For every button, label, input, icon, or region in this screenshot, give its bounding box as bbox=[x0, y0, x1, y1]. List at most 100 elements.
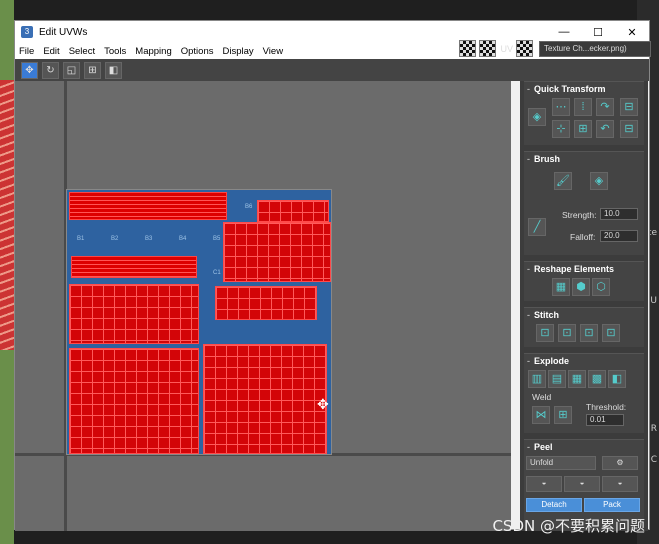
rotate-icon[interactable]: ↻ bbox=[42, 61, 59, 79]
fit-icon[interactable]: ◧ bbox=[608, 370, 626, 388]
relax-icon[interactable]: ⬢ bbox=[572, 278, 590, 296]
strength-label: Strength: bbox=[562, 210, 597, 220]
background-viewport-left bbox=[0, 0, 14, 544]
menu-mapping[interactable]: Mapping bbox=[135, 46, 171, 57]
menu-select[interactable]: Select bbox=[69, 46, 95, 57]
close-button[interactable]: ✕ bbox=[615, 26, 649, 39]
uv-island[interactable] bbox=[69, 348, 199, 454]
checker-grid-icon[interactable] bbox=[479, 40, 497, 57]
paint-brush-icon[interactable]: 🖌 bbox=[554, 172, 572, 190]
minimize-button[interactable]: — bbox=[547, 26, 581, 39]
rotate-ccw-icon[interactable]: ↶ bbox=[596, 120, 614, 138]
rotate-cw-icon[interactable]: ↷ bbox=[596, 98, 614, 116]
mirror-icon[interactable]: ◧ bbox=[105, 61, 122, 79]
tile-label: B1 bbox=[77, 236, 85, 242]
settings-icon[interactable] bbox=[516, 40, 533, 57]
menu-file[interactable]: File bbox=[19, 46, 34, 57]
uv-island[interactable] bbox=[215, 286, 317, 320]
rollout-header[interactable]: Reshape Elements bbox=[524, 262, 644, 276]
menu-tools[interactable]: Tools bbox=[104, 46, 126, 57]
align-vertical-icon[interactable]: ⁞ bbox=[574, 98, 592, 116]
texture-dropdown[interactable]: Texture Ch...ecker.png) bbox=[539, 40, 651, 57]
background-text: R bbox=[650, 424, 657, 434]
checker-explode-icon[interactable]: ▩ bbox=[588, 370, 606, 388]
threshold-label: Threshold: bbox=[586, 402, 627, 412]
weld-label: Weld bbox=[532, 392, 552, 402]
peel-options-icon[interactable]: ⚙ bbox=[602, 456, 638, 470]
rollout-reshape-elements: Reshape Elements ▦ ⬢ ⬡ bbox=[524, 261, 644, 301]
menu-display[interactable]: Display bbox=[222, 46, 253, 57]
align-icon[interactable]: ◈ bbox=[528, 108, 546, 126]
relax-brush-icon[interactable]: ◈ bbox=[590, 172, 608, 190]
flatten-icon[interactable]: ▦ bbox=[568, 370, 586, 388]
maximize-button[interactable]: ☐ bbox=[581, 26, 615, 39]
quick-icon[interactable]: ⊟ bbox=[620, 120, 638, 138]
rollout-header[interactable]: Explode bbox=[524, 354, 644, 368]
rollout-quick-transform: Quick Transform ◈ ⋯ ⁞ ↷ ⊟ ⊹ ⊞ ↶ ⊟ bbox=[524, 81, 644, 145]
menu-view[interactable]: View bbox=[263, 46, 283, 57]
space-vertical-icon[interactable]: ⊞ bbox=[574, 120, 592, 138]
rollout-header[interactable]: Quick Transform bbox=[524, 82, 644, 96]
pack-button[interactable]: Pack bbox=[584, 498, 640, 512]
background-text: C bbox=[650, 455, 657, 465]
rollout-brush: Brush 🖌 ◈ Strength: 10.0 ╱ Falloff: 20.0 bbox=[524, 151, 644, 255]
freeform-icon[interactable]: ⊞ bbox=[84, 61, 101, 79]
stitch-source-icon[interactable]: ⊡ bbox=[558, 324, 576, 342]
detach-button[interactable]: Detach bbox=[526, 498, 582, 512]
move-cursor-icon: ✥ bbox=[317, 396, 329, 412]
weld-target-icon[interactable]: ⋈ bbox=[532, 406, 550, 424]
straighten-icon[interactable]: ▦ bbox=[552, 278, 570, 296]
move-icon[interactable]: ✥ bbox=[21, 61, 38, 79]
weld-selected-icon[interactable]: ⊞ bbox=[554, 406, 572, 424]
tile-label: B5 bbox=[213, 236, 221, 242]
uv-island[interactable] bbox=[71, 256, 197, 278]
uv-island[interactable] bbox=[223, 222, 331, 282]
watermark: CSDN @不要积累问题 bbox=[492, 517, 645, 535]
tile-label: B4 bbox=[179, 236, 187, 242]
background-mesh bbox=[0, 80, 14, 350]
tile-label: B2 bbox=[111, 236, 119, 242]
rollout-header[interactable]: Stitch bbox=[524, 308, 644, 322]
uv-island[interactable] bbox=[257, 200, 329, 222]
uv-island[interactable] bbox=[203, 344, 327, 454]
uv-texture-tile: B6 B1 B2 B3 B4 B5 C1 ✥ bbox=[66, 189, 332, 455]
stitch-custom-icon[interactable]: ⊡ bbox=[536, 324, 554, 342]
uv-channel-label: UV bbox=[500, 43, 513, 54]
tile-label: C1 bbox=[213, 270, 221, 276]
rollout-header[interactable]: Peel bbox=[524, 440, 644, 454]
rollout-header[interactable]: Brush bbox=[524, 152, 644, 166]
toolbar: ✥ ↻ ◱ ⊞ ◧ bbox=[15, 59, 649, 81]
falloff-label: Falloff: bbox=[570, 232, 596, 242]
reset-peel-icon[interactable]: ◒ bbox=[602, 476, 638, 492]
menu-options[interactable]: Options bbox=[181, 46, 214, 57]
command-panel: Quick Transform ◈ ⋯ ⁞ ↷ ⊟ ⊹ ⊞ ↶ ⊟ Brush … bbox=[520, 81, 648, 531]
toolbar-right: UV Texture Ch...ecker.png) bbox=[456, 40, 651, 57]
rollout-explode: Explode ▥ ▤ ▦ ▩ ◧ Weld ⋈ ⊞ Threshold: 0.… bbox=[524, 353, 644, 433]
menu-edit[interactable]: Edit bbox=[43, 46, 59, 57]
rollout-stitch: Stitch ⊡ ⊡ ⊡ ⊡ bbox=[524, 307, 644, 347]
tile-label: B3 bbox=[145, 236, 153, 242]
window-title: Edit UVWs bbox=[39, 26, 88, 38]
break-icon[interactable]: ▥ bbox=[528, 370, 546, 388]
explode-icon[interactable]: ▤ bbox=[548, 370, 566, 388]
uv-viewport[interactable]: B6 B1 B2 B3 B4 B5 C1 ✥ bbox=[15, 81, 511, 531]
cube-icon[interactable]: ⬡ bbox=[592, 278, 610, 296]
tile-label: B6 bbox=[245, 204, 253, 210]
space-horizontal-icon[interactable]: ⊹ bbox=[552, 120, 570, 138]
scale-icon[interactable]: ◱ bbox=[63, 61, 80, 79]
threshold-spinner[interactable]: 0.01 bbox=[586, 414, 624, 426]
uv-island[interactable] bbox=[69, 284, 199, 344]
checker-icon[interactable] bbox=[459, 40, 477, 57]
falloff-spinner[interactable]: 20.0 bbox=[600, 230, 638, 242]
align-horizontal-icon[interactable]: ⋯ bbox=[552, 98, 570, 116]
stitch-target-icon[interactable]: ⊡ bbox=[580, 324, 598, 342]
line-brush-icon[interactable]: ╱ bbox=[528, 218, 546, 236]
unfold-dropdown[interactable]: Unfold bbox=[526, 456, 596, 470]
strength-spinner[interactable]: 10.0 bbox=[600, 208, 638, 220]
uv-island[interactable] bbox=[69, 192, 227, 220]
peel-mode-icon[interactable]: ◒ bbox=[564, 476, 600, 492]
stitch-average-icon[interactable]: ⊡ bbox=[602, 324, 620, 342]
app-icon: 3 bbox=[21, 26, 33, 38]
quick-icon[interactable]: ⊟ bbox=[620, 98, 638, 116]
quick-peel-icon[interactable]: ◒ bbox=[526, 476, 562, 492]
